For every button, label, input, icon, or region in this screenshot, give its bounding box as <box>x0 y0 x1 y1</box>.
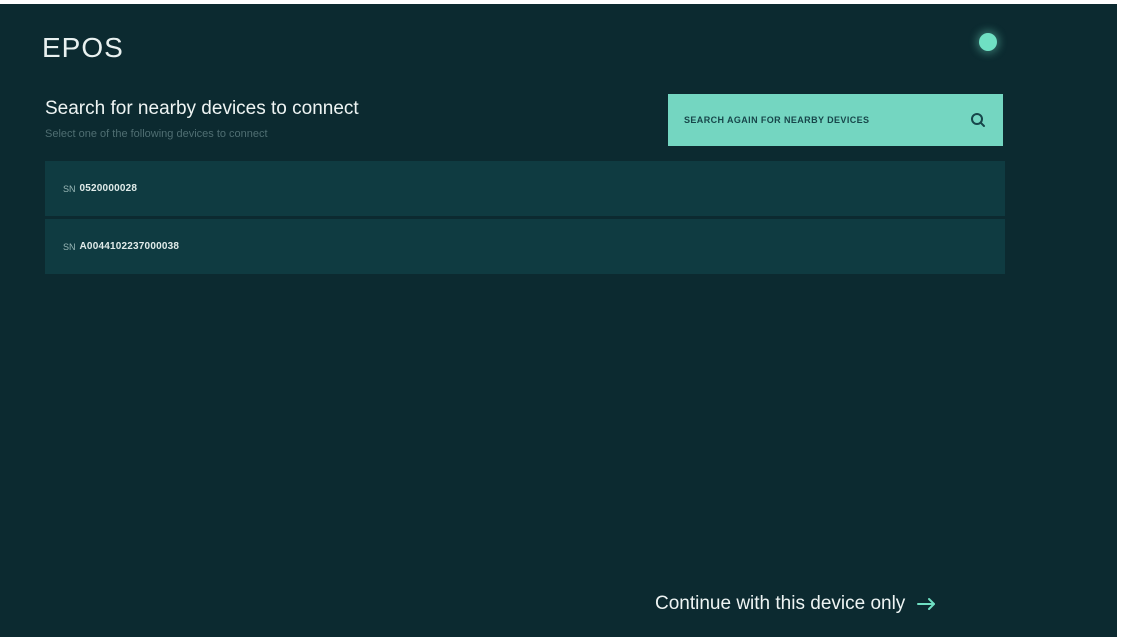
page-subtitle: Select one of the following devices to c… <box>45 128 268 140</box>
page-title: Search for nearby devices to connect <box>45 98 359 119</box>
search-again-button[interactable]: SEARCH AGAIN FOR NEARBY DEVICES <box>668 94 1003 146</box>
arrow-right-icon <box>917 597 937 611</box>
device-row[interactable]: SN 0520000028 <box>45 161 1005 216</box>
device-list: SN 0520000028 SN A0044102237000038 <box>45 161 1005 274</box>
search-icon <box>969 111 987 129</box>
device-sn-prefix: SN <box>63 183 76 194</box>
search-again-label: SEARCH AGAIN FOR NEARBY DEVICES <box>684 115 870 125</box>
connection-status-indicator <box>979 33 997 51</box>
device-row[interactable]: SN A0044102237000038 <box>45 219 1005 274</box>
device-serial: 0520000028 <box>79 183 138 194</box>
device-sn-prefix: SN <box>63 241 76 252</box>
app-screen: EPOS Search for nearby devices to connec… <box>0 4 1117 637</box>
device-serial: A0044102237000038 <box>79 241 180 252</box>
epos-logo: EPOS <box>42 32 124 63</box>
continue-label: Continue with this device only <box>655 593 906 614</box>
continue-with-this-device-button[interactable]: Continue with this device only <box>655 593 937 615</box>
